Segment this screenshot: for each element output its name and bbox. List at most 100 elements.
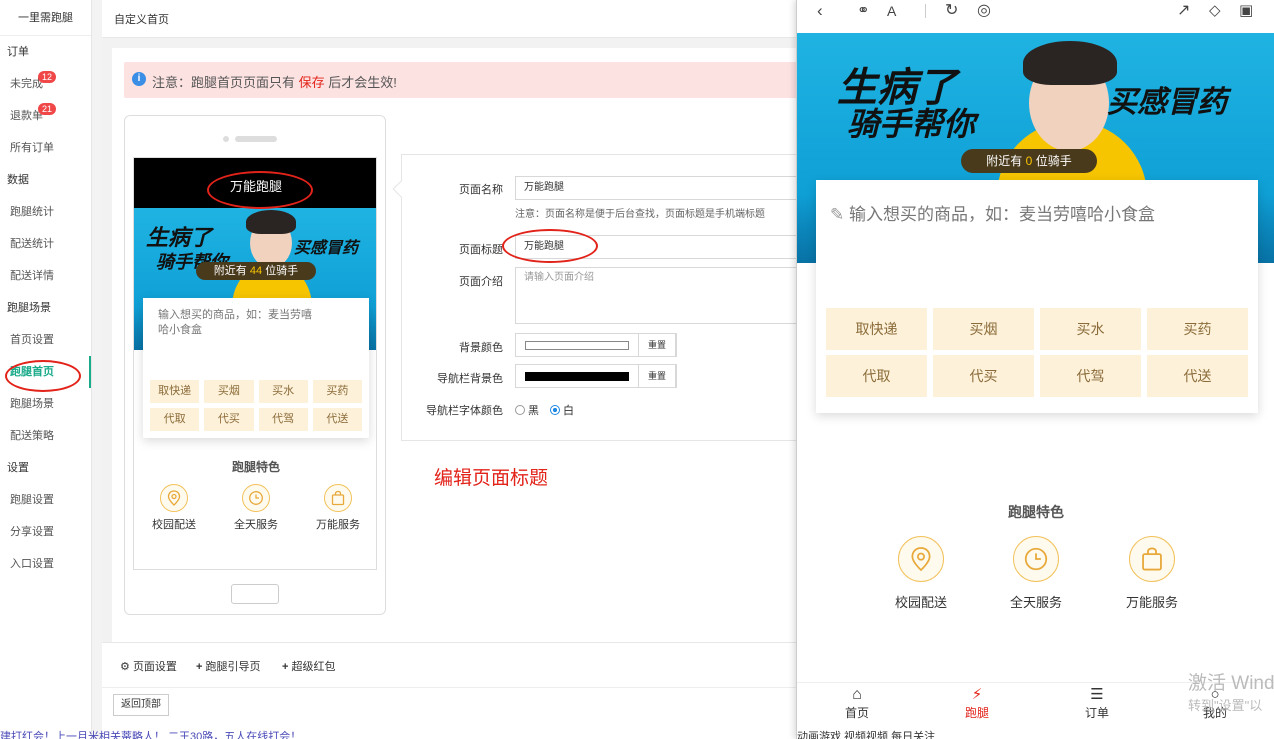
bottom-label: 跑腿引导页	[205, 661, 261, 673]
mobile-feature-universal: 万能服务	[1102, 536, 1202, 611]
mobile-search-placeholder: 输入想买的商品，如：麦当劳嘻哈小食盒	[848, 205, 1155, 224]
shopping-bag-icon	[1129, 536, 1175, 582]
home-icon: ⌂	[852, 686, 862, 703]
radio-circle-selected[interactable]	[550, 405, 560, 415]
tab-errand[interactable]: ⚡ 跑腿	[917, 686, 1037, 721]
banner-slogan-right: 买感冒药	[294, 238, 359, 257]
sidebar-item-delivery-stats[interactable]: 配送统计	[0, 228, 91, 260]
list-icon: ☰	[1090, 686, 1104, 703]
sidebar-item-unfinished[interactable]: 未完成 12	[0, 68, 91, 100]
pencil-icon: ✎	[830, 205, 845, 224]
banner-person-hair	[1023, 41, 1117, 85]
service-item[interactable]: 买烟	[933, 308, 1034, 350]
nav-font-radio-white[interactable]: 白	[550, 402, 574, 418]
topbar: 自定义首页	[102, 0, 802, 38]
service-item[interactable]: 买水	[258, 380, 308, 403]
sidebar-item-entry-settings[interactable]: 入口设置	[0, 548, 91, 580]
service-item[interactable]: 买药	[1147, 308, 1248, 350]
sidebar-item-errand-settings[interactable]: 跑腿设置	[0, 484, 91, 516]
share-icon[interactable]: ↗	[1177, 1, 1190, 21]
bg-color-picker[interactable]: 重置	[515, 333, 677, 357]
service-item[interactable]: 代取	[826, 355, 927, 397]
service-item[interactable]: 代送	[312, 408, 362, 431]
service-item[interactable]: 代取	[150, 408, 200, 431]
banner-person-hair	[246, 210, 296, 234]
riders-prefix: 附近有	[986, 154, 1023, 168]
settings-icon[interactable]: ▣	[1239, 1, 1253, 21]
annotation-ring-sidebar	[5, 360, 81, 392]
windows-activation-hint: 转到"设置"以	[1188, 698, 1263, 713]
bg-color-reset-button[interactable]: 重置	[638, 333, 676, 357]
preview-feature-allday: 全天服务	[224, 484, 288, 532]
tab-label: 订单	[1084, 706, 1109, 720]
sidebar-group-settings: 设置	[7, 462, 29, 474]
service-item[interactable]: 代送	[1147, 355, 1248, 397]
page-settings-button[interactable]: ⚙ 页面设置	[120, 658, 177, 674]
sidebar-item-errand-scene[interactable]: 跑腿场景	[0, 388, 91, 420]
cube-icon[interactable]: ◇	[1209, 1, 1221, 21]
bg-color-label: 背景颜色	[459, 342, 503, 354]
radio-label: 白	[563, 405, 574, 417]
sidebar-item-home-settings[interactable]: 首页设置	[0, 324, 91, 356]
sidebar-item-delivery-policy[interactable]: 配送策略	[0, 420, 91, 452]
back-to-top-button[interactable]: 返回顶部	[113, 694, 169, 716]
service-item[interactable]: 代驾	[258, 408, 308, 431]
brand-title: 一里需跑腿	[0, 0, 91, 36]
back-icon[interactable]: ‹	[817, 1, 823, 21]
riders-prefix: 附近有	[213, 265, 247, 277]
preview-feature-campus: 校园配送	[142, 484, 206, 532]
tab-orders[interactable]: ☰ 订单	[1037, 686, 1157, 721]
notice-suffix: 后才会生效!	[328, 75, 397, 90]
preview-order-card: 输入想买的商品，如：麦当劳嘻哈小食盒 取快递 买烟 买水 买药 代取 代买 代驾…	[143, 298, 369, 438]
nav-bg-color-swatch[interactable]	[525, 372, 629, 381]
banner-slogan-right: 买感冒药	[1107, 85, 1227, 120]
page-intro-textarea[interactable]: 请输入页面介绍	[515, 267, 802, 324]
shopping-bag-icon	[324, 484, 352, 512]
page-title-label: 页面标题	[459, 244, 503, 256]
nav-font-radio-black[interactable]: 黑	[515, 402, 539, 418]
link-icon[interactable]: ⚭	[857, 1, 870, 21]
page-name-input[interactable]: 万能跑腿	[515, 176, 802, 200]
annotation-ring-preview-title	[207, 171, 313, 209]
service-item[interactable]: 取快递	[150, 380, 200, 403]
service-item[interactable]: 买烟	[204, 380, 254, 403]
sidebar-item-refund[interactable]: 退款单 21	[0, 100, 91, 132]
mobile-search-input[interactable]: ✎ 输入想买的商品，如：麦当劳嘻哈小食盒	[830, 200, 1155, 225]
tab-label: 首页	[844, 706, 869, 720]
page-title: 自定义首页	[114, 14, 169, 26]
errand-guide-button[interactable]: + 跑腿引导页	[196, 658, 261, 674]
mobile-riders-pill: 附近有 0 位骑手	[961, 149, 1097, 173]
notice-banner: i 注意：跑腿首页页面只有 保存 后才会生效!	[124, 62, 800, 98]
feature-label: 万能服务	[316, 519, 360, 531]
font-size-icon[interactable]: A	[887, 1, 896, 21]
service-item[interactable]: 取快递	[826, 308, 927, 350]
refresh-icon[interactable]: ↻	[945, 1, 958, 21]
service-item[interactable]: 代买	[933, 355, 1034, 397]
nav-bg-reset-button[interactable]: 重置	[638, 364, 676, 388]
riders-count: 44	[249, 265, 263, 277]
sidebar-item-share-settings[interactable]: 分享设置	[0, 516, 91, 548]
service-item[interactable]: 代驾	[1040, 355, 1141, 397]
radio-circle[interactable]	[515, 405, 525, 415]
bottom-label: 页面设置	[132, 661, 177, 673]
sidebar-item-errand-stats[interactable]: 跑腿统计	[0, 196, 91, 228]
runner-icon: ⚡	[971, 686, 983, 703]
service-item[interactable]: 买水	[1040, 308, 1141, 350]
red-packet-button[interactable]: + 超级红包	[282, 658, 336, 674]
preview-search-placeholder[interactable]: 输入想买的商品，如：麦当劳嘻哈小食盒	[158, 308, 318, 338]
windows-activation-watermark: 激活 Wind	[1188, 673, 1274, 694]
sidebar-group-scene: 跑腿场景	[7, 302, 51, 314]
sidebar-item-all-orders[interactable]: 所有订单	[0, 132, 91, 164]
sidebar-item-delivery-detail[interactable]: 配送详情	[0, 260, 91, 292]
tab-label: 跑腿	[964, 706, 989, 720]
service-item[interactable]: 代买	[204, 408, 254, 431]
bottom-divider	[102, 687, 802, 688]
mobile-service-grid: 取快递 买烟 买水 买药 代取 代买 代驾 代送	[826, 308, 1248, 397]
service-item[interactable]: 买药	[312, 380, 362, 403]
feature-label: 校园配送	[152, 519, 196, 531]
riders-pill: 附近有 44 位骑手	[196, 262, 316, 280]
bg-color-swatch[interactable]	[525, 341, 629, 350]
globe-icon[interactable]: ◎	[977, 1, 991, 21]
nav-bg-color-picker[interactable]: 重置	[515, 364, 677, 388]
tab-home[interactable]: ⌂ 首页	[797, 686, 917, 721]
